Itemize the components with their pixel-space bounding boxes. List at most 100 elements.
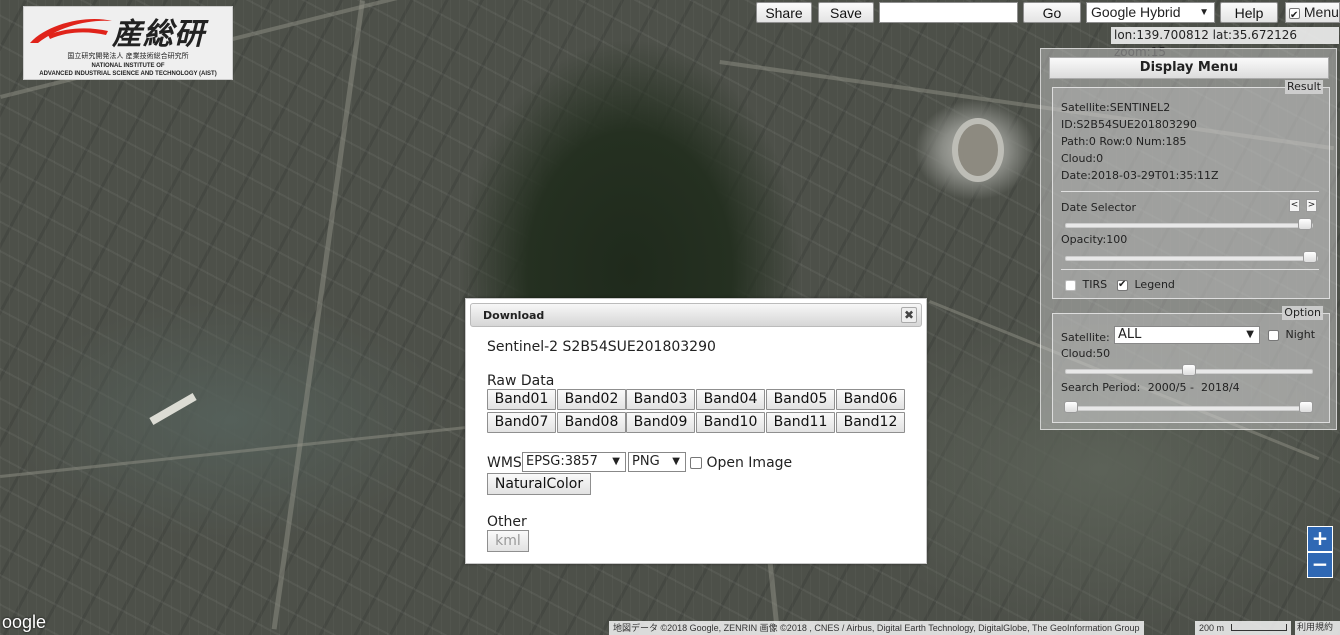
zoom-in-button[interactable]: + bbox=[1307, 526, 1333, 552]
tirs-checkbox[interactable] bbox=[1065, 279, 1076, 291]
format-select[interactable]: PNG ▼ bbox=[628, 452, 686, 472]
open-image-option[interactable]: Open Image bbox=[690, 455, 792, 471]
band-button[interactable]: Band03 bbox=[626, 389, 695, 410]
projection-value: EPSG:3857 bbox=[526, 454, 598, 469]
band-button[interactable]: Band01 bbox=[487, 389, 556, 410]
menu-toggle[interactable]: Menu bbox=[1285, 2, 1340, 25]
band-button[interactable]: Band02 bbox=[557, 389, 626, 410]
chevron-down-icon: ▼ bbox=[672, 456, 680, 467]
menu-label: Menu bbox=[1303, 4, 1339, 20]
band-button[interactable]: Band04 bbox=[696, 389, 765, 410]
band-button[interactable]: Band05 bbox=[766, 389, 835, 410]
help-button[interactable]: Help bbox=[1220, 2, 1278, 23]
band-button[interactable]: Band10 bbox=[696, 412, 765, 433]
close-icon[interactable]: ✖ bbox=[901, 307, 917, 323]
search-period-slider[interactable] bbox=[1064, 401, 1313, 413]
cloud-filter-label: Cloud:50 bbox=[1061, 347, 1111, 360]
divider bbox=[1061, 191, 1319, 192]
satellite-filter-value: ALL bbox=[1118, 327, 1142, 342]
cloud-slider-handle[interactable] bbox=[1182, 364, 1196, 376]
chevron-down-icon: ▼ bbox=[1199, 7, 1209, 18]
scale-bar bbox=[1231, 624, 1287, 631]
scene-name: Sentinel-2 S2B54SUE201803290 bbox=[487, 339, 716, 355]
tirs-option[interactable]: TIRS bbox=[1065, 278, 1107, 292]
band-button[interactable]: Band11 bbox=[766, 412, 835, 433]
cloud-slider[interactable] bbox=[1065, 364, 1313, 376]
night-option[interactable]: Night bbox=[1268, 328, 1315, 342]
logo-english-line2: ADVANCED INDUSTRIAL SCIENCE AND TECHNOLO… bbox=[39, 71, 217, 77]
logo-kanji: 産総研 bbox=[112, 17, 205, 52]
legend-checkbox[interactable] bbox=[1117, 278, 1128, 292]
terms-link[interactable]: 利用規約 bbox=[1295, 621, 1340, 635]
opacity-label: Opacity:100 bbox=[1061, 233, 1128, 246]
map-scale: 200 m bbox=[1195, 621, 1291, 635]
period-end-handle[interactable] bbox=[1299, 401, 1313, 413]
result-date: Date:2018-03-29T01:35:11Z bbox=[1061, 169, 1219, 182]
logo-japanese-name: 国立研究開発法人 産業技術総合研究所 bbox=[67, 52, 189, 60]
projection-select[interactable]: EPSG:3857 ▼ bbox=[522, 452, 626, 472]
coordinate-readout: lon:139.700812 lat:35.672126 zoom:15 bbox=[1111, 27, 1339, 59]
aist-logo[interactable]: 産総研 国立研究開発法人 産業技術総合研究所 NATIONAL INSTITUT… bbox=[23, 6, 233, 80]
date-next-button[interactable]: > bbox=[1306, 199, 1317, 212]
zoom-out-button[interactable]: − bbox=[1307, 552, 1333, 578]
night-checkbox[interactable] bbox=[1268, 329, 1279, 341]
result-id: ID:S2B54SUE201803290 bbox=[1061, 118, 1197, 131]
divider bbox=[1061, 269, 1319, 270]
chevron-down-icon: ▼ bbox=[1246, 329, 1254, 340]
other-label: Other bbox=[487, 514, 527, 530]
band-button[interactable]: Band12 bbox=[836, 412, 905, 433]
map-attribution: 地図データ ©2018 Google, ZENRIN 画像 ©2018 , CN… bbox=[609, 621, 1144, 635]
location-search-input[interactable] bbox=[879, 2, 1018, 23]
search-period-label: Search Period: bbox=[1061, 381, 1141, 394]
menu-checkbox[interactable] bbox=[1289, 6, 1300, 25]
kml-button[interactable]: kml bbox=[487, 530, 529, 552]
band-button[interactable]: Band08 bbox=[557, 412, 626, 433]
legend-option[interactable]: Legend bbox=[1117, 278, 1175, 292]
natural-color-button[interactable]: NaturalColor bbox=[487, 473, 591, 495]
tirs-label: TIRS bbox=[1082, 278, 1108, 291]
map-type-value: Google Hybrid bbox=[1091, 4, 1181, 20]
opacity-slider-handle[interactable] bbox=[1303, 251, 1317, 263]
save-button[interactable]: Save bbox=[818, 2, 874, 23]
satellite-filter-select[interactable]: ALL ▼ bbox=[1114, 326, 1260, 344]
display-menu-title[interactable]: Display Menu bbox=[1049, 57, 1329, 79]
result-satellite: Satellite:SENTINEL2 bbox=[1061, 101, 1171, 114]
option-legend: Option bbox=[1282, 306, 1323, 320]
result-cloud: Cloud:0 bbox=[1061, 152, 1104, 165]
share-button[interactable]: Share bbox=[756, 2, 812, 23]
open-image-checkbox[interactable] bbox=[690, 457, 702, 469]
band-button[interactable]: Band07 bbox=[487, 412, 556, 433]
dialog-title: Download bbox=[483, 309, 545, 322]
satellite-filter-label: Satellite: bbox=[1061, 331, 1110, 344]
logo-english-line1: NATIONAL INSTITUTE OF bbox=[91, 63, 165, 69]
download-dialog: Download ✖ Sentinel-2 S2B54SUE201803290 … bbox=[465, 298, 927, 564]
display-menu-panel: Display Menu Result Satellite:SENTINEL2 … bbox=[1040, 48, 1337, 430]
band-button[interactable]: Band06 bbox=[836, 389, 905, 410]
result-path-row: Path:0 Row:0 Num:185 bbox=[1061, 135, 1187, 148]
period-start-handle[interactable] bbox=[1064, 401, 1078, 413]
wms-label: WMS bbox=[487, 455, 522, 471]
scale-label: 200 m bbox=[1199, 623, 1225, 633]
go-button[interactable]: Go bbox=[1023, 2, 1081, 23]
night-label: Night bbox=[1285, 328, 1316, 341]
result-legend: Result bbox=[1285, 80, 1323, 94]
date-prev-button[interactable]: < bbox=[1289, 199, 1300, 212]
search-period-value: 2000/5 - 2018/4 bbox=[1147, 381, 1240, 394]
opacity-slider[interactable] bbox=[1065, 251, 1318, 263]
date-slider-handle[interactable] bbox=[1298, 218, 1312, 230]
raw-data-label: Raw Data bbox=[487, 373, 555, 389]
chevron-down-icon: ▼ bbox=[612, 456, 620, 467]
date-slider[interactable] bbox=[1065, 218, 1313, 230]
map-type-select[interactable]: Google Hybrid ▼ bbox=[1086, 2, 1215, 23]
dialog-titlebar[interactable]: Download ✖ bbox=[470, 303, 922, 327]
legend-label: Legend bbox=[1134, 278, 1175, 291]
open-image-label: Open Image bbox=[706, 455, 793, 471]
band-button[interactable]: Band09 bbox=[626, 412, 695, 433]
google-logo: oogle bbox=[2, 612, 47, 632]
date-selector-label: Date Selector bbox=[1061, 201, 1136, 214]
map-building bbox=[149, 393, 197, 425]
aist-swoosh-icon bbox=[30, 19, 112, 43]
stadium bbox=[952, 118, 1004, 182]
search-period: Search Period: 2000/5 - 2018/4 bbox=[1061, 381, 1240, 395]
map-road bbox=[0, 424, 478, 478]
